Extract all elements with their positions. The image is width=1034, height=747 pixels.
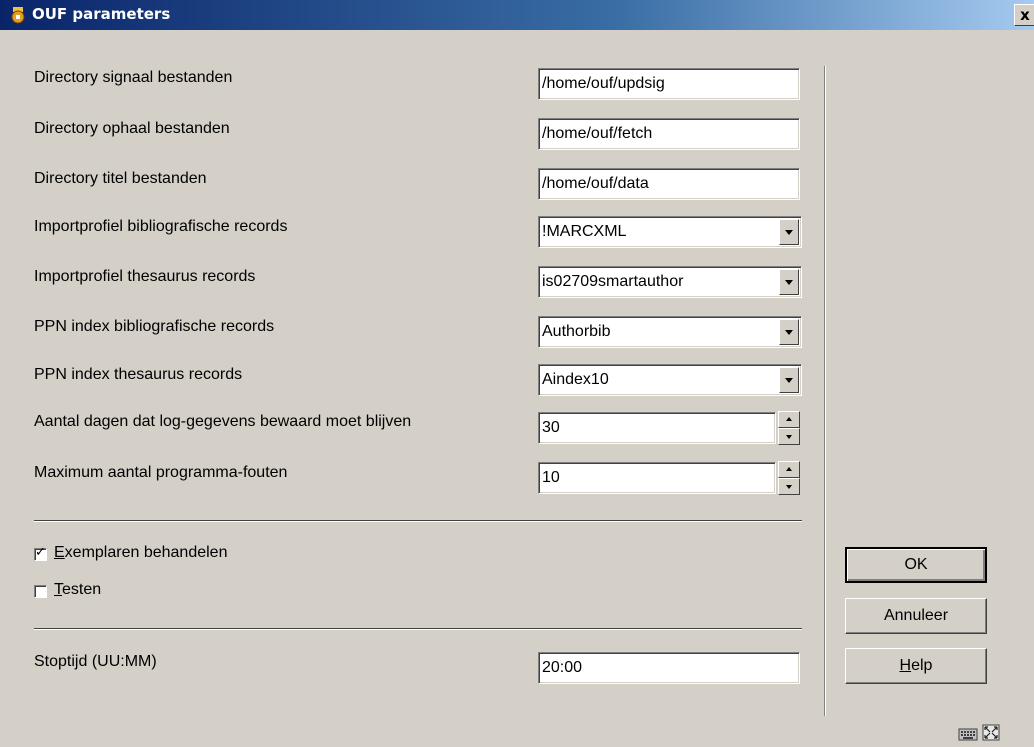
chevron-down-icon[interactable] xyxy=(779,367,799,393)
vertical-divider xyxy=(824,66,826,716)
log-dagen-input[interactable]: 30 xyxy=(538,412,776,444)
window-title: OUF parameters xyxy=(32,5,171,23)
check-icon: ✓ xyxy=(35,545,46,560)
max-fouten-input[interactable]: 10 xyxy=(538,462,776,494)
label-directory-signaal: Directory signaal bestanden xyxy=(34,69,233,86)
testen-label: Testen xyxy=(54,581,102,598)
spin-down-icon[interactable] xyxy=(778,428,800,445)
stoptijd-input[interactable]: 20:00 xyxy=(538,652,800,684)
chevron-down-icon[interactable] xyxy=(779,219,799,245)
log-dagen-spinner[interactable] xyxy=(778,411,800,445)
importprofiel-thesaurus-select[interactable]: is02709smartauthor xyxy=(538,266,802,298)
chevron-down-icon[interactable] xyxy=(779,269,799,295)
spin-up-icon[interactable] xyxy=(778,461,800,478)
ppn-thesaurus-value: Aindex10 xyxy=(542,371,609,388)
divider xyxy=(34,520,802,522)
resize-icon[interactable] xyxy=(982,724,1002,742)
importprofiel-biblio-select[interactable]: !MARCXML xyxy=(538,216,802,248)
directory-signaal-input[interactable]: /home/ouf/updsig xyxy=(538,68,800,100)
title-bar: OUF parameters x xyxy=(0,0,1034,30)
label-max-fouten: Maximum aantal programma-fouten xyxy=(34,464,288,481)
divider xyxy=(34,628,802,630)
directory-ophaal-input[interactable]: /home/ouf/fetch xyxy=(538,118,800,150)
importprofiel-thesaurus-value: is02709smartauthor xyxy=(542,273,684,290)
ok-button[interactable]: OK xyxy=(845,547,987,583)
checkbox-box[interactable] xyxy=(34,585,47,598)
chevron-down-icon[interactable] xyxy=(779,319,799,345)
exemplaren-label: Exemplaren behandelen xyxy=(54,544,228,561)
label-importprofiel-thesaurus: Importprofiel thesaurus records xyxy=(34,268,256,285)
label-directory-titel: Directory titel bestanden xyxy=(34,170,207,187)
ppn-biblio-select[interactable]: Authorbib xyxy=(538,316,802,348)
checkbox-box[interactable]: ✓ xyxy=(34,545,47,561)
importprofiel-biblio-value: !MARCXML xyxy=(542,223,627,240)
close-button[interactable]: x xyxy=(1014,4,1034,26)
directory-titel-input[interactable]: /home/ouf/data xyxy=(538,168,800,200)
help-button[interactable]: Help xyxy=(845,648,987,684)
label-log-dagen: Aantal dagen dat log-gegevens bewaard mo… xyxy=(34,413,412,430)
label-stoptijd: Stoptijd (UU:MM) xyxy=(34,653,157,670)
label-ppn-biblio: PPN index bibliografische records xyxy=(34,318,275,335)
cancel-button[interactable]: Annuleer xyxy=(845,598,987,634)
ppn-biblio-value: Authorbib xyxy=(542,323,611,340)
label-ppn-thesaurus: PPN index thesaurus records xyxy=(34,366,243,383)
max-fouten-spinner[interactable] xyxy=(778,461,800,495)
label-importprofiel-biblio: Importprofiel bibliografische records xyxy=(34,218,288,235)
app-icon xyxy=(11,7,25,24)
ppn-thesaurus-select[interactable]: Aindex10 xyxy=(538,364,802,396)
spin-down-icon[interactable] xyxy=(778,478,800,495)
spin-up-icon[interactable] xyxy=(778,411,800,428)
keyboard-icon[interactable] xyxy=(958,726,978,742)
label-directory-ophaal: Directory ophaal bestanden xyxy=(34,120,230,137)
